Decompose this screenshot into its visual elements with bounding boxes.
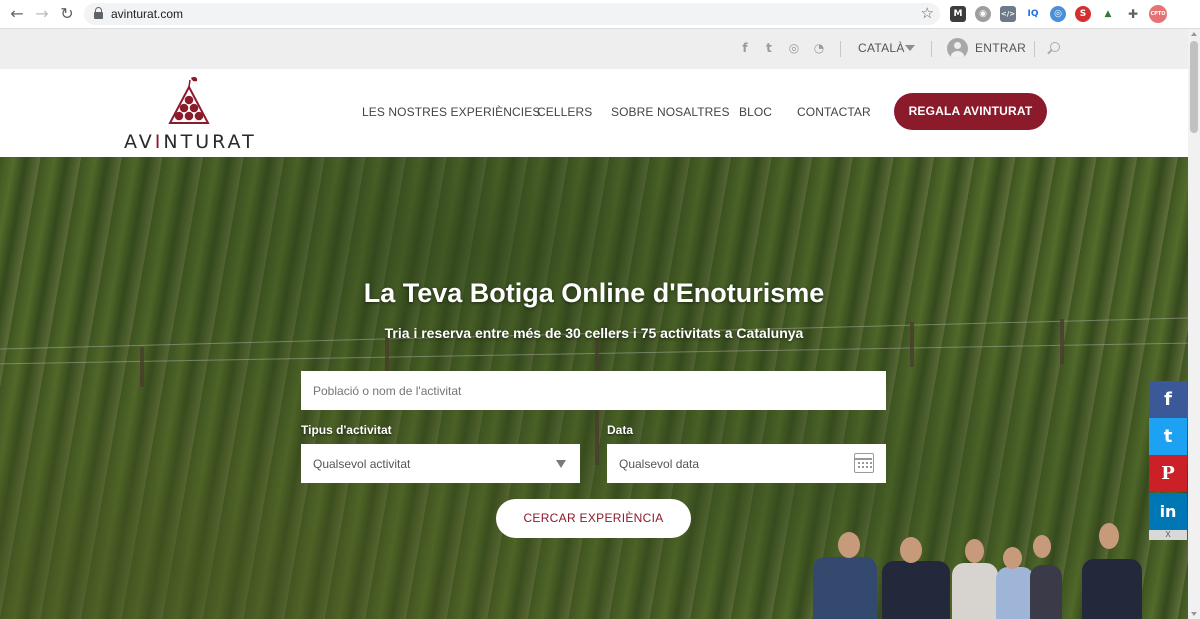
activity-type-value: Qualsevol activitat: [313, 457, 411, 471]
person-head: [1003, 547, 1022, 569]
activity-type-select[interactable]: Qualsevol activitat: [301, 444, 580, 483]
person-figure: [1082, 559, 1142, 619]
person-head: [838, 532, 860, 558]
search-experience-button[interactable]: CERCAR EXPERIÈNCIA: [496, 499, 691, 538]
divider: [1034, 41, 1035, 57]
person-figure: [952, 563, 998, 619]
person-figure: [1030, 565, 1062, 619]
page-scrollbar[interactable]: [1188, 29, 1200, 619]
share-close-button[interactable]: X: [1149, 530, 1187, 540]
extension-m-icon[interactable]: M: [950, 6, 966, 22]
user-icon[interactable]: [947, 38, 968, 59]
forward-icon[interactable]: →: [32, 4, 52, 24]
person-head: [1099, 523, 1119, 549]
person-figure: [813, 557, 877, 619]
date-label: Data: [607, 423, 634, 437]
share-pinterest-icon[interactable]: P: [1149, 455, 1187, 492]
hero-title: La Teva Botiga Online d'Enoturisme: [363, 278, 825, 308]
activity-type-label: Tipus d'activitat: [301, 423, 392, 437]
person-figure: [996, 567, 1034, 619]
extensions-puzzle-icon[interactable]: ✚: [1125, 6, 1141, 22]
login-link[interactable]: ENTRAR: [975, 41, 1026, 55]
nav-about[interactable]: SOBRE NOSALTRES: [611, 105, 730, 119]
lock-icon: [94, 7, 103, 20]
scroll-down-icon[interactable]: [1191, 612, 1197, 616]
gift-button[interactable]: REGALA AVINTURAT: [894, 93, 1047, 130]
extension-iq-icon[interactable]: IQ: [1025, 6, 1041, 22]
chevron-down-icon[interactable]: [905, 45, 915, 51]
nav-contact[interactable]: CONTACTAR: [797, 105, 871, 119]
extension-s-icon[interactable]: S: [1075, 6, 1091, 22]
extension-triangle-icon[interactable]: ▲: [1100, 6, 1116, 22]
language-selector[interactable]: CATALÀ: [858, 41, 905, 55]
person-figure: [882, 561, 950, 619]
browser-toolbar: ← → ↻ avinturat.com ☆ M ◉ </> IQ ◎ S ▲ ✚…: [0, 0, 1200, 29]
date-value: Qualsevol data: [619, 457, 700, 471]
logo-wordmark[interactable]: AVINTURAT: [124, 131, 257, 153]
divider: [840, 41, 841, 57]
facebook-icon[interactable]: f: [738, 41, 752, 55]
url-text: avinturat.com: [111, 7, 184, 21]
share-facebook-icon[interactable]: f: [1149, 381, 1187, 418]
profile-avatar-icon[interactable]: CPTO: [1149, 5, 1167, 23]
extension-chat-icon[interactable]: ◎: [1050, 6, 1066, 22]
scroll-thumb[interactable]: [1190, 41, 1198, 133]
chevron-down-icon: [556, 460, 566, 468]
site-header: AVINTURAT LES NOSTRES EXPERIÈNCIES CELLE…: [0, 69, 1188, 157]
person-head: [900, 537, 922, 563]
location-search-input[interactable]: [301, 371, 886, 410]
utility-bar: f t ◎ ◔ CATALÀ ENTRAR: [0, 29, 1188, 69]
instagram-icon[interactable]: ◎: [787, 41, 801, 55]
logo-text-part: NTURAT: [163, 131, 257, 153]
twitter-icon[interactable]: t: [762, 41, 776, 55]
whatsapp-icon[interactable]: ◔: [812, 41, 826, 55]
nav-experiences[interactable]: LES NOSTRES EXPERIÈNCIES: [362, 105, 540, 119]
nav-wineries[interactable]: CELLERS: [537, 105, 592, 119]
bookmark-star-icon[interactable]: ☆: [921, 4, 934, 22]
extension-code-icon[interactable]: </>: [1000, 6, 1016, 22]
address-bar[interactable]: avinturat.com ☆: [84, 3, 940, 25]
person-head: [965, 539, 984, 563]
back-icon[interactable]: ←: [7, 4, 27, 24]
share-twitter-icon[interactable]: t: [1149, 418, 1187, 455]
hero-section: La Teva Botiga Online d'Enoturisme Tria …: [0, 157, 1188, 619]
nav-blog[interactable]: BLOC: [739, 105, 772, 119]
calendar-icon[interactable]: [854, 453, 874, 473]
person-head: [1033, 535, 1051, 558]
share-linkedin-icon[interactable]: in: [1149, 493, 1187, 530]
extension-circle-icon[interactable]: ◉: [975, 6, 991, 22]
reload-icon[interactable]: ↻: [57, 4, 77, 24]
logo-text-part: AV: [124, 131, 155, 153]
search-icon[interactable]: [1050, 42, 1060, 52]
scroll-up-icon[interactable]: [1191, 32, 1197, 36]
hero-subtitle: Tria i reserva entre més de 30 cellers i…: [384, 325, 804, 341]
date-picker[interactable]: Qualsevol data: [607, 444, 886, 483]
grape-logo-icon[interactable]: [167, 76, 211, 134]
divider: [931, 41, 932, 57]
